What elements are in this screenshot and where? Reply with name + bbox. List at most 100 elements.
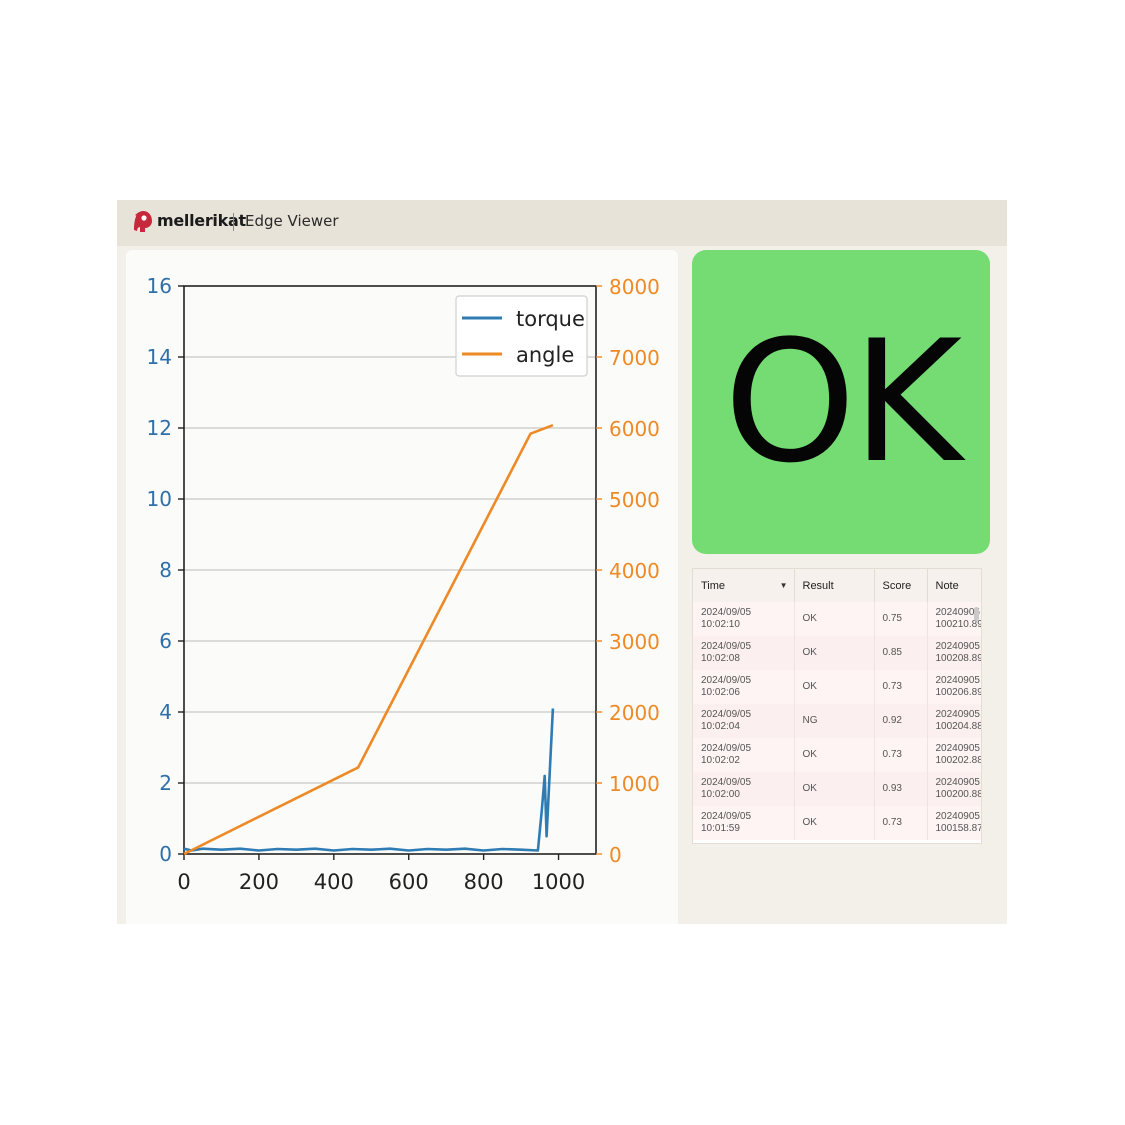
cell-note1: 20240905 [935, 811, 981, 822]
x-tick-label: 800 [464, 870, 504, 894]
x-tick-label: 400 [314, 870, 354, 894]
cell-note1: 20240905 [935, 777, 981, 788]
table-row[interactable]: 2024/09/05 10:02:02 OK 0.73 20240905 100202.8… [693, 738, 981, 772]
cell-time: 10:02:04 [701, 721, 740, 732]
y-tick-label: 10 [147, 487, 172, 511]
cell-result: NG [802, 715, 818, 726]
x-tick-label: 200 [239, 870, 279, 894]
note-cell: 20240905 100200.88 [927, 772, 981, 806]
y-tick-label: 8 [159, 558, 172, 582]
time-cell: 2024/09/05 10:02:10 [693, 602, 795, 636]
time-cell: 2024/09/05 10:02:02 [693, 738, 795, 772]
result-cell: NG [794, 704, 875, 738]
cell-note2: 100202.88 [935, 755, 981, 766]
score-cell: 0.93 [874, 772, 928, 806]
time-cell: 2024/09/05 10:02:00 [693, 772, 795, 806]
time-cell: 2024/09/05 10:02:04 [693, 704, 795, 738]
y2-tick-label: 4000 [609, 559, 660, 583]
cell-note1: 20240905 [935, 675, 981, 686]
y2-tick-label: 2000 [609, 701, 660, 725]
cell-time: 10:02:06 [701, 687, 740, 698]
cell-date: 2024/09/05 [701, 777, 752, 788]
cell-date: 2024/09/05 [701, 709, 752, 720]
legend-label: torque [516, 307, 585, 331]
cell-time: 10:02:10 [701, 619, 740, 630]
score-cell: 0.73 [874, 738, 928, 772]
result-cell: OK [794, 772, 875, 806]
x-tick-label: 1000 [532, 870, 585, 894]
cell-score: 0.73 [882, 817, 902, 828]
cell-note1: 20240905 [935, 641, 981, 652]
time-cell: 2024/09/05 10:01:59 [693, 806, 795, 840]
y2-tick-label: 8000 [609, 275, 660, 299]
cell-score: 0.85 [882, 647, 902, 658]
score-cell: 0.92 [874, 704, 928, 738]
note-cell: 20240905 100210.89 [927, 602, 981, 636]
cell-note2: 100208.89 [935, 653, 981, 664]
sort-down-icon[interactable]: ▼ [780, 581, 788, 590]
edge-viewer-app: mellerikat Edge Viewer 0 2 4 6 8 10 12 14 16 0 100… [117, 200, 1007, 924]
cell-score: 0.73 [882, 749, 902, 760]
y2-tick-label: 3000 [609, 630, 660, 654]
note-cell: 20240905 100202.88 [927, 738, 981, 772]
cell-result: OK [802, 783, 817, 794]
series-line-angle [183, 423, 554, 856]
column-header-score[interactable]: Score [874, 569, 928, 602]
y-tick-label: 6 [159, 629, 172, 653]
torque-angle-chart: 0246810121416010002000300040005000600070… [147, 274, 660, 894]
column-header-time[interactable]: Time ▼ [693, 569, 795, 602]
y-tick-label: 4 [159, 700, 172, 724]
column-header-note[interactable]: Note [927, 569, 981, 602]
cell-time: 10:02:02 [701, 755, 740, 766]
result-cell: OK [794, 806, 875, 840]
note-cell: 20240905 100208.89 [927, 636, 981, 670]
results-table[interactable]: Time ▼ Result Score Note 2024/09/05 10:02:… [692, 568, 982, 844]
score-cell: 0.73 [874, 670, 928, 704]
x-tick-label: 0 [177, 870, 190, 894]
cell-result: OK [802, 681, 817, 692]
time-cell: 2024/09/05 10:02:08 [693, 636, 795, 670]
cell-result: OK [802, 647, 817, 658]
table-row[interactable]: 2024/09/05 10:02:06 OK 0.73 20240905 100206.8… [693, 670, 981, 704]
app-name: Edge Viewer [245, 212, 339, 230]
result-cell: OK [794, 670, 875, 704]
cell-date: 2024/09/05 [701, 743, 752, 754]
result-cell: OK [794, 738, 875, 772]
cell-time: 10:01:59 [701, 823, 740, 834]
column-header-result[interactable]: Result [794, 569, 875, 602]
cell-note2: 100158.87 [935, 823, 981, 834]
cell-note2: 100200.88 [935, 789, 981, 800]
table-row[interactable]: 2024/09/05 10:02:00 OK 0.93 20240905 100200.8… [693, 772, 981, 806]
app-header: mellerikat Edge Viewer [117, 200, 1007, 246]
score-cell: 0.73 [874, 806, 928, 840]
y2-tick-label: 6000 [609, 417, 660, 441]
score-cell: 0.85 [874, 636, 928, 670]
cell-note2: 100206.89 [935, 687, 981, 698]
table-row[interactable]: 2024/09/05 10:01:59 OK 0.73 20240905 100158.8… [693, 806, 981, 840]
table-row[interactable]: 2024/09/05 10:02:04 NG 0.92 20240905 100204.8… [693, 704, 981, 738]
table-header-row: Time ▼ Result Score Note [693, 569, 981, 602]
table-row[interactable]: 2024/09/05 10:02:10 OK 0.75 20240905 100210.8… [693, 602, 981, 636]
y2-tick-label: 5000 [609, 488, 660, 512]
header-divider [233, 213, 234, 231]
y2-tick-label: 0 [609, 843, 622, 867]
cell-result: OK [802, 749, 817, 760]
y-tick-label: 2 [159, 771, 172, 795]
cell-score: 0.75 [882, 613, 902, 624]
result-cell: OK [794, 602, 875, 636]
cell-note2: 100210.89 [935, 619, 981, 630]
note-cell: 20240905 100206.89 [927, 670, 981, 704]
table-row[interactable]: 2024/09/05 10:02:08 OK 0.85 20240905 100208.8… [693, 636, 981, 670]
result-cell: OK [794, 636, 875, 670]
note-cell: 20240905 100158.87 [927, 806, 981, 840]
table-scrollbar[interactable] [974, 607, 979, 621]
cell-note2: 100204.88 [935, 721, 981, 732]
result-status-text: OK [723, 304, 962, 500]
series-line-torque [183, 708, 555, 852]
cell-result: OK [802, 817, 817, 828]
mellerikat-logo-icon [134, 211, 152, 232]
x-tick-label: 600 [389, 870, 429, 894]
note-cell: 20240905 100204.88 [927, 704, 981, 738]
y2-tick-label: 7000 [609, 346, 660, 370]
cell-date: 2024/09/05 [701, 607, 752, 618]
